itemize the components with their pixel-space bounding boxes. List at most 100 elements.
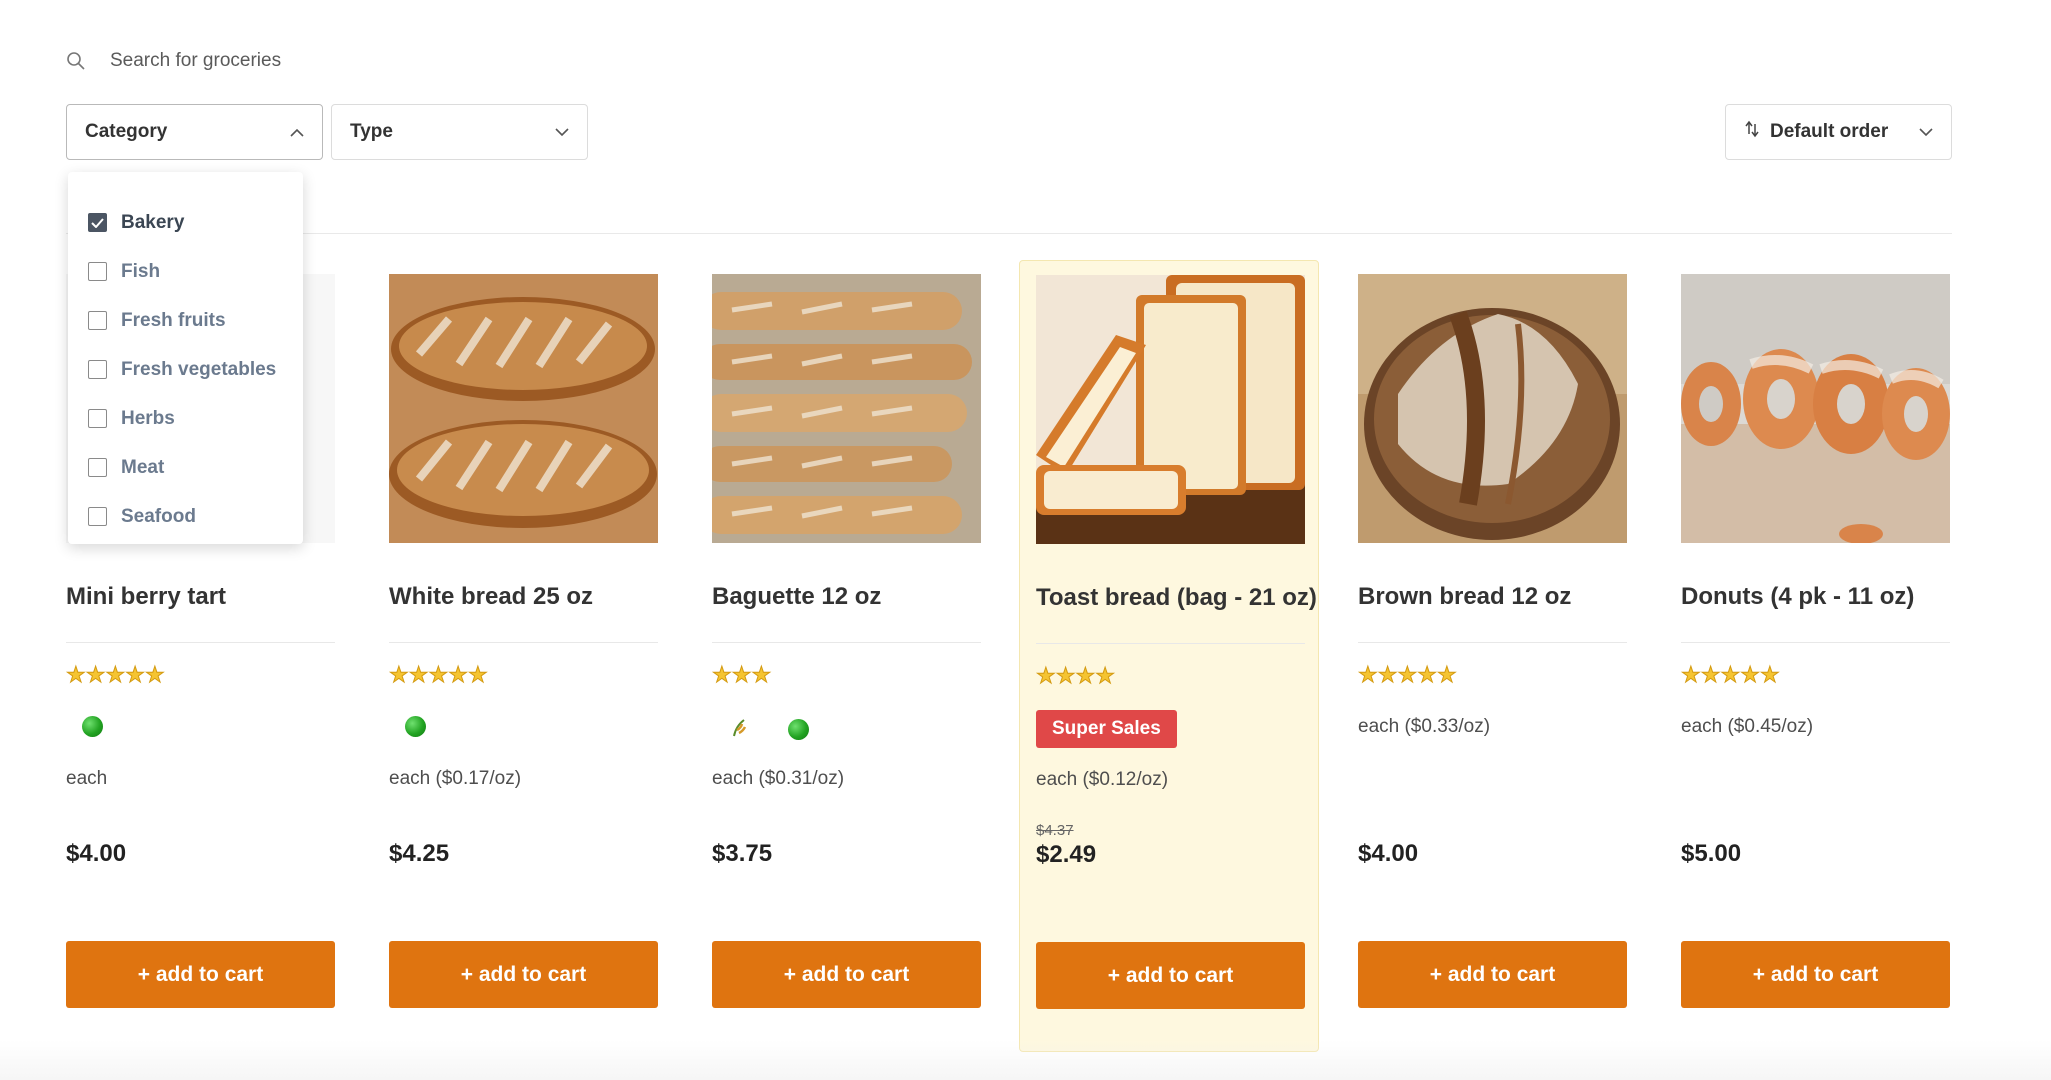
search-bar[interactable] (66, 50, 530, 72)
product-image[interactable] (389, 274, 658, 543)
search-icon (66, 51, 86, 71)
separator (66, 642, 335, 643)
type-filter[interactable]: Type (331, 104, 588, 160)
category-option-label: Fish (121, 260, 161, 282)
divider (66, 233, 1952, 234)
chevron-up-icon (290, 121, 304, 143)
sale-badge: Super Sales (1036, 710, 1177, 748)
separator (1036, 643, 1305, 644)
star-icon: ★ (125, 662, 146, 687)
separator (389, 642, 658, 643)
checkbox[interactable] (88, 458, 107, 477)
product-card-highlighted: Toast bread (bag - 21 oz) ★ ★ ★ ★ Super Sal… (1019, 260, 1319, 1052)
star-icon: ★ (85, 662, 106, 687)
category-option-meat[interactable]: Meat (68, 443, 303, 492)
product-image[interactable] (1036, 275, 1305, 544)
add-to-cart-button[interactable]: + add to cart (66, 941, 335, 1008)
category-option-seafood[interactable]: Seafood (68, 492, 303, 541)
category-option-herbs[interactable]: Herbs (68, 394, 303, 443)
separator (712, 642, 981, 643)
product-title[interactable]: Mini berry tart (66, 583, 226, 611)
add-to-cart-button[interactable]: + add to cart (389, 941, 658, 1008)
star-icon: ★ (1377, 662, 1398, 687)
chevron-down-icon (555, 121, 569, 143)
star-icon: ★ (1681, 662, 1702, 687)
category-option-bakery[interactable]: Bakery (68, 198, 303, 247)
category-option-fresh-fruits[interactable]: Fresh fruits (68, 296, 303, 345)
star-icon: ★ (66, 662, 87, 687)
star-icon: ★ (1700, 662, 1721, 687)
star-icon: ★ (448, 662, 469, 687)
star-icon: ★ (1759, 662, 1780, 687)
category-filter[interactable]: Category (66, 104, 323, 160)
category-option-label: Meat (121, 456, 165, 478)
separator (1358, 642, 1627, 643)
unit-price: each ($0.45/oz) (1681, 716, 1814, 737)
product-tags (82, 716, 103, 737)
category-option-label: Fresh vegetables (121, 358, 277, 380)
product-image[interactable] (1358, 274, 1627, 543)
product-tags (728, 716, 809, 743)
price: $4.25 (389, 840, 450, 867)
star-icon: ★ (731, 662, 752, 687)
star-rating: ★ ★ ★ ★ ★ (66, 662, 166, 687)
product-title[interactable]: Donuts (4 pk - 11 oz) (1681, 583, 1914, 611)
checkbox[interactable] (88, 360, 107, 379)
unit-price: each ($0.31/oz) (712, 768, 845, 789)
unit-price: each ($0.12/oz) (1036, 769, 1169, 790)
star-icon: ★ (751, 662, 772, 687)
product-card: Baguette 12 oz ★ ★ ★ each ($0.31/oz) $3.75… (696, 260, 996, 1052)
organic-dot-icon (405, 716, 426, 737)
sort-order-label: Default order (1770, 121, 1889, 142)
category-dropdown: Bakery Fish Fresh fruits Fresh vegetable… (68, 172, 303, 544)
search-input[interactable] (110, 50, 530, 72)
star-icon: ★ (1720, 662, 1741, 687)
star-icon: ★ (389, 662, 410, 687)
organic-dot-icon (788, 719, 809, 740)
star-icon: ★ (1095, 663, 1116, 688)
chevron-down-icon (1919, 121, 1933, 143)
star-icon: ★ (1036, 663, 1057, 688)
type-filter-label: Type (350, 121, 393, 142)
star-icon: ★ (1075, 663, 1096, 688)
product-title[interactable]: White bread 25 oz (389, 583, 593, 611)
add-to-cart-button[interactable]: + add to cart (1681, 941, 1950, 1008)
star-rating: ★ ★ ★ (712, 662, 772, 687)
star-icon: ★ (408, 662, 429, 687)
add-to-cart-button[interactable]: + add to cart (1036, 942, 1305, 1009)
star-rating: ★ ★ ★ ★ (1036, 663, 1116, 688)
price: $2.49 (1036, 841, 1097, 868)
category-option-label: Fresh fruits (121, 309, 226, 331)
category-option-label: Bakery (121, 211, 185, 233)
checkbox[interactable] (88, 311, 107, 330)
star-icon: ★ (1055, 663, 1076, 688)
star-icon: ★ (1397, 662, 1418, 687)
old-price: $4.37 (1036, 822, 1074, 839)
category-option-fresh-vegetables[interactable]: Fresh vegetables (68, 345, 303, 394)
star-icon: ★ (428, 662, 449, 687)
product-title[interactable]: Toast bread (bag - 21 oz) (1036, 584, 1317, 612)
price: $4.00 (66, 840, 127, 867)
product-image[interactable] (712, 274, 981, 543)
star-icon: ★ (712, 662, 733, 687)
price: $5.00 (1681, 840, 1742, 867)
checkbox[interactable] (88, 262, 107, 281)
product-title[interactable]: Baguette 12 oz (712, 583, 881, 611)
star-icon: ★ (1417, 662, 1438, 687)
category-option-label: Seafood (121, 505, 196, 527)
add-to-cart-button[interactable]: + add to cart (1358, 941, 1627, 1008)
star-icon: ★ (105, 662, 126, 687)
checkbox[interactable] (88, 507, 107, 526)
product-tags (405, 716, 426, 737)
checkbox-checked[interactable] (88, 213, 107, 232)
checkbox[interactable] (88, 409, 107, 428)
product-title[interactable]: Brown bread 12 oz (1358, 583, 1571, 611)
price: $4.00 (1358, 840, 1419, 867)
bottom-shade (0, 1040, 2051, 1080)
category-filter-label: Category (85, 121, 168, 142)
add-to-cart-button[interactable]: + add to cart (712, 941, 981, 1008)
product-card: Brown bread 12 oz ★ ★ ★ ★ ★ each ($0.33/oz) … (1342, 260, 1642, 1052)
sort-order-select[interactable]: Default order (1725, 104, 1952, 160)
category-option-fish[interactable]: Fish (68, 247, 303, 296)
product-image[interactable] (1681, 274, 1950, 543)
